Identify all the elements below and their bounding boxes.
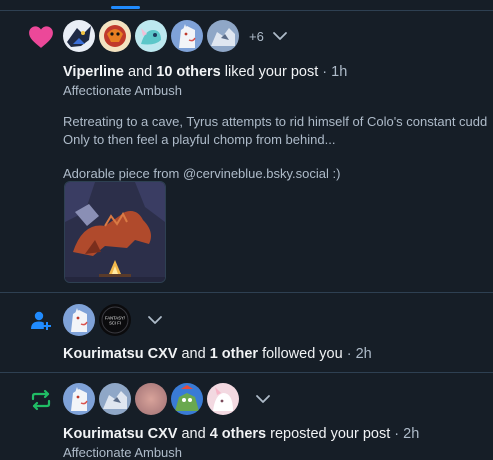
others-count[interactable]: 1 other <box>210 346 258 362</box>
avatar[interactable] <box>171 383 203 415</box>
chevron-down-icon[interactable] <box>147 315 163 325</box>
notifications-feed: +6 Viperline and 10 others liked your po… <box>0 0 493 460</box>
action-text: liked your post <box>224 64 319 80</box>
post-image-thumbnail[interactable] <box>64 181 166 283</box>
dot-separator: · <box>346 346 352 362</box>
chevron-down-icon[interactable] <box>255 394 271 404</box>
chevron-down-icon[interactable] <box>272 31 288 41</box>
avatar[interactable] <box>207 20 239 52</box>
actor-name[interactable]: Kourimatsu CXV <box>63 426 177 442</box>
avatar[interactable] <box>99 383 131 415</box>
follower-avatars: FANTASY/ SCI FI <box>63 304 163 336</box>
avatar[interactable] <box>135 20 167 52</box>
post-title: Affectionate Ambush <box>63 83 183 98</box>
avatar[interactable] <box>63 383 95 415</box>
person-plus-icon <box>27 307 55 335</box>
avatar[interactable] <box>135 383 167 415</box>
notification-summary: Kourimatsu CXV and 4 others reposted you… <box>63 426 419 442</box>
active-tab-indicator <box>111 6 140 9</box>
joiner-text: and <box>128 64 153 80</box>
badge-text-bottom: SCI FI <box>109 321 121 326</box>
heart-icon <box>27 23 55 51</box>
notification-summary: Kourimatsu CXV and 1 other followed you … <box>63 346 372 362</box>
dot-separator: · <box>394 426 400 442</box>
avatar[interactable] <box>63 20 95 52</box>
timestamp: 2h <box>403 426 420 442</box>
more-likers-count[interactable]: +6 <box>249 29 264 44</box>
avatar[interactable] <box>99 20 131 52</box>
dot-separator: · <box>322 64 328 80</box>
avatar[interactable] <box>171 20 203 52</box>
timestamp: 2h <box>355 346 372 362</box>
actor-name[interactable]: Kourimatsu CXV <box>63 346 177 362</box>
joiner-text: and <box>181 346 206 362</box>
others-count[interactable]: 10 others <box>156 64 220 80</box>
notification-summary: Viperline and 10 others liked your post … <box>63 64 347 80</box>
repost-icon <box>27 386 55 414</box>
post-title: Affectionate Ambush <box>63 445 183 460</box>
post-text-line: Retreating to a cave, Tyrus attempts to … <box>63 114 488 129</box>
avatar[interactable] <box>207 383 239 415</box>
others-count[interactable]: 4 others <box>210 426 266 442</box>
actor-name[interactable]: Viperline <box>63 64 124 80</box>
action-text: followed you <box>262 346 343 362</box>
liker-avatars: +6 <box>63 20 288 52</box>
avatar[interactable] <box>63 304 95 336</box>
timestamp: 1h <box>331 64 348 80</box>
notification-follow[interactable]: FANTASY/ SCI FI Kourimatsu CXV and 1 oth… <box>0 292 493 372</box>
notification-like[interactable]: +6 Viperline and 10 others liked your po… <box>0 11 493 292</box>
reposter-avatars <box>63 383 271 415</box>
notification-repost[interactable]: Kourimatsu CXV and 4 others reposted you… <box>0 372 493 460</box>
action-text: reposted your post <box>270 426 391 442</box>
joiner-text: and <box>181 426 206 442</box>
avatar[interactable]: FANTASY/ SCI FI <box>99 304 131 336</box>
post-text-line: Only to then feel a playful chomp from b… <box>63 132 336 147</box>
